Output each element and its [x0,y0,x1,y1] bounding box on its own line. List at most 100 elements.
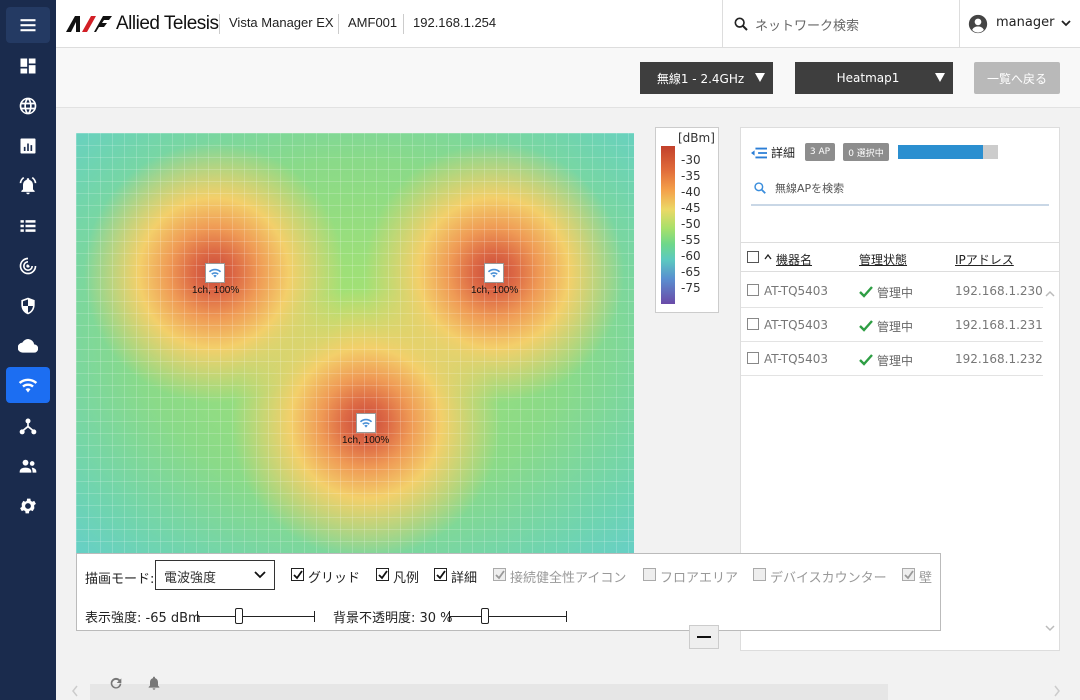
table-row[interactable]: AT-TQ5403 管理中 192.168.1.230 [741,274,1043,308]
check-icon [436,570,446,580]
device-name[interactable]: AMF001 [348,15,397,30]
check-icon [378,570,388,580]
user-menu[interactable]: manager [968,0,1080,48]
selected-count-badge: 0 選択中 [843,143,889,161]
select-all-checkbox[interactable] [747,251,759,263]
column-ip[interactable]: IPアドレス [955,251,1014,268]
legend-checkbox[interactable] [376,568,389,581]
heatmap-toolbar: 無線1 - 2.4GHz Heatmap1 一覧へ戻る [56,48,1080,108]
slider-min-tick [197,611,198,622]
signal-legend: [dBm] -30 -35 -40 -45 -50 -55 -60 -65 -7… [655,127,719,313]
top-header: Allied Telesis Vista Manager EX AMF001 1… [56,0,1080,48]
chevron-down-icon [1061,20,1071,27]
legend-label: 凡例 [393,571,420,586]
table-row[interactable]: AT-TQ5403 管理中 192.168.1.232 [741,342,1043,376]
access-point-label: 1ch, 100% [471,285,519,296]
network-search-input[interactable]: ネットワーク検索 [722,0,960,48]
zoom-out-button[interactable] [689,625,719,649]
strength-slider[interactable] [197,608,315,624]
check-icon [859,286,873,298]
product-name: Vista Manager EX [229,15,334,30]
slider-min-tick [449,611,450,622]
strength-label: 表示強度: -65 dBm [85,611,201,626]
heatmap-grid [76,133,634,553]
heatmap-canvas[interactable]: 1ch, 100% 1ch, 100% 1ch, 100% [76,133,634,553]
bell-icon[interactable] [146,675,162,691]
users-icon[interactable] [6,448,50,484]
draw-mode-select[interactable]: 電波強度 [155,560,275,590]
band-select[interactable]: 無線1 - 2.4GHz [640,62,773,94]
scroll-up-icon[interactable] [1044,288,1056,300]
detail-toggle[interactable]: 詳細 [751,144,795,161]
ap-search-input[interactable]: 無線APを検索 [751,178,1049,206]
access-point-marker[interactable] [205,263,225,283]
access-point-marker[interactable] [484,263,504,283]
row-status: 管理中 [877,354,914,368]
access-point-marker[interactable] [356,413,376,433]
scroll-down-icon[interactable] [1044,622,1056,634]
opacity-label: 背景不透明度: 30 % [333,611,453,626]
horizontal-scrollbar[interactable] [90,684,888,700]
gear-icon[interactable] [6,488,50,524]
globe-icon[interactable] [6,88,50,124]
check-icon [859,354,873,366]
brand-name: Allied Telesis [116,13,219,34]
row-checkbox[interactable] [747,318,759,330]
device-ip: 192.168.1.254 [413,15,497,30]
wifi-icon [487,268,501,278]
access-point-label: 1ch, 100% [342,435,390,446]
dropdown-arrow-icon [935,73,945,82]
refresh-icon[interactable] [108,675,124,691]
account-icon [968,14,988,34]
back-to-list-button[interactable]: 一覧へ戻る [974,62,1060,94]
detail-label: 詳細 [451,571,478,586]
shield-icon[interactable] [6,288,50,324]
legend-tick: -45 [681,201,701,215]
menu-icon[interactable] [6,7,50,43]
heatmap-controls: 描画モード: 電波強度 グリッド 凡例 詳細 接続健全性アイコン フロアエリア … [76,553,941,631]
wall-checkbox [902,568,915,581]
heatmap-select[interactable]: Heatmap1 [795,62,953,94]
column-status[interactable]: 管理状態 [859,251,907,268]
progress-bar [898,145,998,159]
legend-unit: [dBm] [678,131,715,145]
list-icon[interactable] [6,208,50,244]
legend-tick: -30 [681,153,701,167]
sort-asc-icon[interactable] [764,254,772,260]
row-ip: 192.168.1.232 [955,352,1043,366]
ap-search-placeholder: 無線APを検索 [775,182,845,195]
wifi-icon [208,268,222,278]
app-root: Allied Telesis Vista Manager EX AMF001 1… [0,0,1080,700]
legend-tick: -60 [681,249,701,263]
row-ip: 192.168.1.230 [955,284,1043,298]
band-select-value: 無線1 - 2.4GHz [656,71,745,86]
connection-health-label: 接続健全性アイコン [510,571,627,586]
column-device-name[interactable]: 機器名 [776,251,812,268]
legend-tick: -75 [681,281,701,295]
detail-checkbox[interactable] [434,568,447,581]
radar-icon[interactable] [6,248,50,284]
strength-slider-handle[interactable] [235,608,243,624]
opacity-slider-handle[interactable] [481,608,489,624]
table-row[interactable]: AT-TQ5403 管理中 192.168.1.231 [741,308,1043,342]
cloud-icon[interactable] [6,328,50,364]
table-header: 機器名 管理状態 IPアドレス [741,242,1059,272]
scroll-left-icon[interactable] [70,684,80,698]
topology-icon[interactable] [6,408,50,444]
row-device-name: AT-TQ5403 [764,284,829,298]
check-icon [495,570,505,580]
access-point-label: 1ch, 100% [192,285,240,296]
legend-tick: -50 [681,217,701,231]
scroll-right-icon[interactable] [1052,684,1062,698]
legend-tick: -65 [681,265,701,279]
dashboard-icon[interactable] [6,48,50,84]
alarm-icon[interactable] [6,168,50,204]
grid-checkbox[interactable] [291,568,304,581]
header-divider [403,14,404,34]
chart-icon[interactable] [6,128,50,164]
wifi-icon[interactable] [6,367,50,403]
legend-tick: -40 [681,185,701,199]
row-checkbox[interactable] [747,284,759,296]
row-checkbox[interactable] [747,352,759,364]
opacity-slider[interactable] [449,608,567,624]
